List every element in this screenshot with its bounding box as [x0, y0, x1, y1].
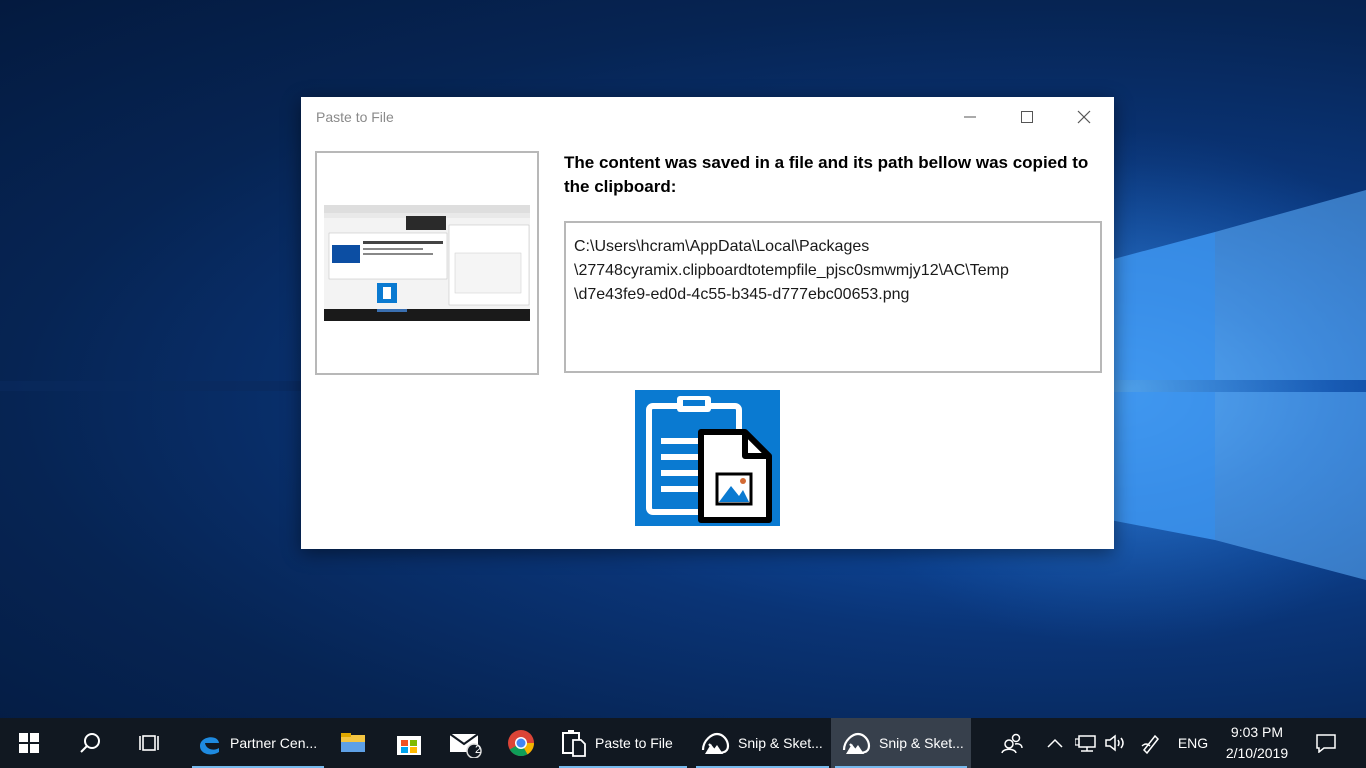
snip-sketch-icon	[701, 732, 730, 754]
windows-start-icon	[19, 733, 39, 753]
taskbar: Partner Cen... 2 Paste to File Snip & Sk…	[0, 718, 1366, 768]
chevron-up-icon	[1047, 738, 1063, 748]
taskbar-app-file-explorer[interactable]	[328, 718, 378, 768]
pen-workspace-button[interactable]	[1136, 718, 1166, 768]
snip-sketch-icon	[842, 732, 871, 754]
paste-to-file-window: Paste to File The content was saved in a…	[301, 97, 1114, 549]
close-icon	[1077, 110, 1091, 124]
preview-thumbnail-image	[324, 205, 530, 321]
close-button[interactable]	[1061, 97, 1107, 137]
clock-date: 2/10/2019	[1225, 745, 1289, 761]
clock-time: 9:03 PM	[1230, 724, 1284, 740]
show-hidden-icons-button[interactable]	[1040, 718, 1070, 768]
taskbar-app-chrome[interactable]	[496, 718, 546, 768]
taskbar-app-edge[interactable]: Partner Cen...	[188, 718, 328, 768]
file-explorer-icon	[341, 733, 365, 752]
search-button[interactable]	[62, 718, 118, 768]
edge-icon	[200, 737, 219, 755]
search-icon	[80, 733, 100, 753]
clipboard-preview	[315, 151, 539, 375]
maximize-button[interactable]	[1004, 97, 1050, 137]
paste-to-file-logo-icon	[635, 390, 780, 526]
people-icon	[1001, 733, 1023, 754]
taskbar-app-paste-to-file[interactable]: Paste to File	[555, 718, 691, 768]
network-button[interactable]	[1072, 718, 1100, 768]
taskbar-app-label: Snip & Sket...	[738, 735, 823, 751]
taskbar-app-snip-sketch-1[interactable]: Snip & Sket...	[692, 718, 833, 768]
start-button[interactable]	[0, 718, 58, 768]
clock[interactable]: 9:03 PM 2/10/2019	[1212, 722, 1302, 764]
mail-badge: 2	[475, 744, 482, 756]
minimize-button[interactable]	[947, 97, 993, 137]
taskbar-app-label: Snip & Sket...	[879, 735, 964, 751]
file-path-text[interactable]: C:\Users\hcram\AppData\Local\Packages \2…	[574, 235, 1094, 307]
taskbar-app-snip-sketch-2[interactable]: Snip & Sket...	[831, 718, 971, 768]
volume-icon	[1105, 734, 1124, 752]
status-message: The content was saved in a file and its …	[564, 153, 1089, 196]
minimize-icon	[964, 116, 976, 118]
action-center-button[interactable]	[1306, 718, 1346, 768]
task-view-button[interactable]	[122, 718, 178, 768]
paste-to-file-icon	[562, 730, 586, 757]
window-title: Paste to File	[316, 109, 394, 125]
maximize-icon	[1021, 111, 1033, 123]
pen-icon	[1141, 734, 1160, 754]
store-icon	[397, 736, 421, 755]
task-view-icon	[139, 735, 159, 751]
chrome-icon	[508, 730, 535, 757]
taskbar-app-label: Paste to File	[595, 735, 673, 751]
notification-icon	[1316, 734, 1336, 753]
language-indicator: ENG	[1177, 735, 1209, 751]
taskbar-app-label: Partner Cen...	[230, 735, 318, 751]
input-language-button[interactable]: ENG	[1172, 718, 1214, 768]
people-button[interactable]	[992, 718, 1032, 768]
volume-button[interactable]	[1102, 718, 1130, 768]
network-icon	[1075, 735, 1096, 752]
title-bar[interactable]: Paste to File	[301, 97, 1114, 137]
taskbar-app-store[interactable]	[384, 718, 434, 768]
file-path-field[interactable]: C:\Users\hcram\AppData\Local\Packages \2…	[564, 221, 1102, 373]
taskbar-app-mail[interactable]: 2	[440, 718, 490, 768]
